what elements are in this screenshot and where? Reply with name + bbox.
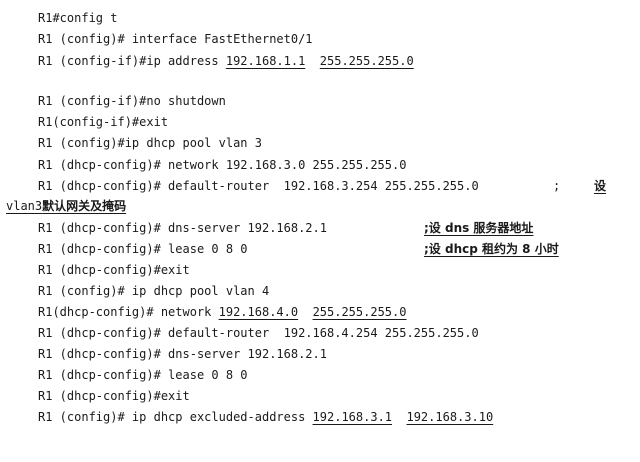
- code-line-18: R1 (dhcp-config)#exit: [0, 387, 640, 405]
- network-address-value: 192.168.4.0: [218, 305, 299, 319]
- code-line-3: R1 (config-if)#ip address 192.168.1.1 25…: [0, 52, 640, 70]
- code-line-1: R1#config t: [0, 9, 640, 27]
- config-document: R1#config t R1 (config)# interface FastE…: [0, 0, 640, 442]
- ip-address-value: 192.168.1.1: [225, 54, 306, 68]
- code-text: R1 (config)#ip dhcp pool vlan 3: [38, 136, 262, 150]
- code-line-14: R1(dhcp-config)# network 192.168.4.0 255…: [0, 303, 640, 321]
- code-line-6: R1 (config)#ip dhcp pool vlan 3: [0, 134, 640, 152]
- comment-wrap: vlan3默认网关及掩码: [6, 197, 126, 215]
- code-line-13: R1 (config)# ip dhcp pool vlan 4: [0, 282, 640, 300]
- code-text: R1#config t: [38, 11, 118, 25]
- code-line-11: R1 (dhcp-config)# lease 0 8 0 ;设 dhcp 租约…: [0, 240, 640, 258]
- code-line-12: R1 (dhcp-config)#exit: [0, 261, 640, 279]
- code-prefix: R1 (config)# ip dhcp excluded-address: [38, 410, 313, 424]
- excluded-end-address: 192.168.3.10: [406, 410, 494, 424]
- code-line-8: R1 (dhcp-config)# default-router 192.168…: [0, 177, 640, 195]
- code-text: R1(config-if)#exit: [38, 115, 169, 129]
- code-text: R1 (config)# ip dhcp excluded-address 19…: [38, 408, 493, 426]
- code-text: R1 (config)# interface FastEthernet0/1: [38, 32, 313, 46]
- subnet-mask-value: 255.255.255.0: [319, 54, 414, 68]
- comment-text: 设: [594, 179, 607, 193]
- code-line-4: R1 (config-if)#no shutdown: [0, 92, 640, 110]
- code-line-10: R1 (dhcp-config)# dns-server 192.168.2.1…: [0, 219, 640, 237]
- code-text: R1(dhcp-config)# network 192.168.4.0 255…: [38, 303, 406, 321]
- code-text: R1 (dhcp-config)# dns-server 192.168.2.1: [38, 221, 327, 235]
- comment-text: 默认网关及掩码: [42, 199, 127, 213]
- code-text: R1 (dhcp-config)#exit: [38, 263, 190, 277]
- code-line-15: R1 (dhcp-config)# default-router 192.168…: [0, 324, 640, 342]
- comment-semicolon: ;: [553, 179, 561, 193]
- code-line-19: R1 (config)# ip dhcp excluded-address 19…: [0, 408, 640, 426]
- code-prefix: R1 (config-if)#ip address: [38, 54, 226, 68]
- code-text: R1 (config)# ip dhcp pool vlan 4: [38, 284, 270, 298]
- code-text: R1 (dhcp-config)# default-router 192.168…: [38, 179, 479, 193]
- comment-text: ;设 dhcp 租约为 8 小时: [424, 242, 559, 256]
- code-text: R1 (dhcp-config)# lease 0 8 0: [38, 368, 248, 382]
- code-text: R1 (config-if)#ip address 192.168.1.1 25…: [38, 52, 414, 70]
- code-line-17: R1 (dhcp-config)# lease 0 8 0: [0, 366, 640, 384]
- subnet-mask-value: 255.255.255.0: [312, 305, 407, 319]
- code-line-9: vlan3默认网关及掩码: [0, 197, 640, 215]
- code-text: R1 (config-if)#no shutdown: [38, 94, 226, 108]
- code-text: R1 (dhcp-config)# default-router 192.168…: [38, 326, 479, 340]
- code-text: R1 (dhcp-config)# network 192.168.3.0 25…: [38, 158, 407, 172]
- code-text: R1 (dhcp-config)#exit: [38, 389, 190, 403]
- code-line-7: R1 (dhcp-config)# network 192.168.3.0 25…: [0, 156, 640, 174]
- code-line-2: R1 (config)# interface FastEthernet0/1: [0, 30, 640, 48]
- code-text: R1 (dhcp-config)# lease 0 8 0: [38, 242, 248, 256]
- code-text: R1 (dhcp-config)# dns-server 192.168.2.1: [38, 347, 327, 361]
- vlan-name: vlan3: [6, 199, 43, 213]
- excluded-start-address: 192.168.3.1: [312, 410, 393, 424]
- code-line-16: R1 (dhcp-config)# dns-server 192.168.2.1: [0, 345, 640, 363]
- code-prefix: R1(dhcp-config)# network: [38, 305, 219, 319]
- code-line-5: R1(config-if)#exit: [0, 113, 640, 131]
- comment-text: ;设 dns 服务器地址: [424, 221, 534, 235]
